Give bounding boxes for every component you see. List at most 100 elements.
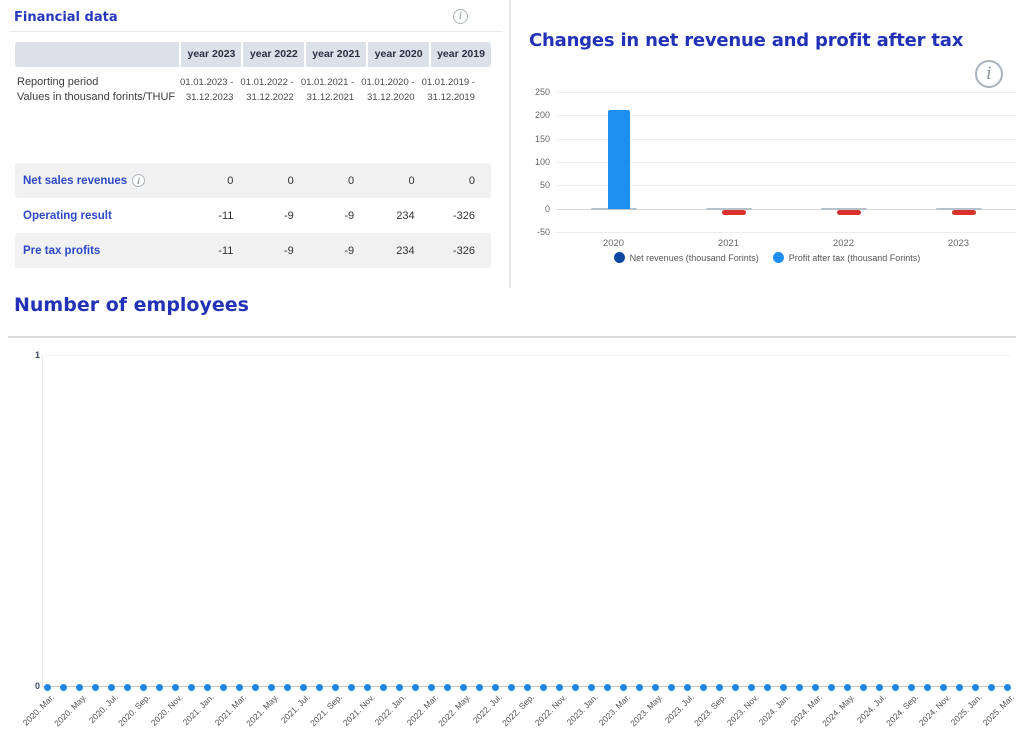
data-point [684, 684, 691, 691]
data-point [92, 684, 99, 691]
y-axis-tick: 100 [520, 157, 550, 167]
period-to: 31.12.2020 [360, 90, 414, 105]
cell-value: -9 [300, 245, 360, 257]
data-point [108, 684, 115, 691]
period-cell: 01.01.2020 -31.12.2020 [360, 75, 420, 105]
cell-value: -326 [421, 210, 481, 222]
data-point [620, 684, 627, 691]
cell-value: 0 [421, 175, 481, 187]
data-point [748, 684, 755, 691]
profit-after-tax-bar [608, 110, 630, 209]
data-point [732, 684, 739, 691]
legend-item[interactable]: Profit after tax (thousand Forints) [773, 252, 921, 263]
financial-table: year 2023year 2022year 2021year 2020year… [15, 42, 491, 268]
x-tick-label: 2022. Jan. [373, 692, 408, 727]
cell-value: 0 [239, 175, 299, 187]
x-tick-label: 2023. Sep. [692, 692, 728, 728]
y-axis-tick: -50 [520, 227, 550, 237]
gridline [556, 92, 1016, 93]
gridline [43, 355, 1010, 356]
dashboard-page: Financial data i year 2023year 2022year … [0, 0, 1024, 743]
data-point [652, 684, 659, 691]
data-point [700, 684, 707, 691]
data-point [940, 684, 947, 691]
y-axis-tick: 0 [28, 681, 40, 691]
data-point [460, 684, 467, 691]
period-from: 01.01.2022 - [239, 75, 293, 90]
cell-value: -11 [179, 210, 239, 222]
x-tick-label: 2021. Jan. [181, 692, 216, 727]
data-point [636, 684, 643, 691]
row-label: Pre tax profits [15, 245, 179, 257]
info-icon[interactable]: i [132, 174, 145, 187]
year-column-header: year 2020 [368, 42, 428, 67]
data-point [268, 684, 275, 691]
data-point [492, 684, 499, 691]
data-point [60, 684, 67, 691]
period-cell: 01.01.2019 -31.12.2019 [421, 75, 481, 105]
period-cell: 01.01.2022 -31.12.2022 [239, 75, 299, 105]
period-from: 01.01.2019 - [421, 75, 475, 90]
x-tick-label: 2024. Sep. [884, 692, 920, 728]
x-axis-tick: 2022 [814, 238, 874, 249]
table-row: Net sales revenuesi00000 [15, 163, 491, 198]
divider [10, 31, 502, 32]
row-label: Operating result [15, 210, 179, 222]
chart-title: Changes in net revenue and profit after … [529, 30, 1015, 51]
data-point [524, 684, 531, 691]
row-label: Net sales revenuesi [15, 174, 179, 187]
year-column-header: year 2023 [181, 42, 241, 67]
data-point [252, 684, 259, 691]
data-point [140, 684, 147, 691]
x-tick-label: 2022. Mar. [405, 692, 440, 727]
period-from: 01.01.2020 - [360, 75, 414, 90]
data-point [236, 684, 243, 691]
x-axis-tick: 2021 [699, 238, 759, 249]
data-point [892, 684, 899, 691]
table-row: Operating result-11-9-9234-326 [15, 198, 491, 233]
data-point [540, 684, 547, 691]
cell-value: -9 [239, 245, 299, 257]
x-tick-label: 2021. Mar. [213, 692, 248, 727]
data-point [1004, 684, 1011, 691]
table-header-row: year 2023year 2022year 2021year 2020year… [15, 42, 491, 67]
x-tick-label: 2022. Sep. [500, 692, 536, 728]
data-point [988, 684, 995, 691]
data-point [828, 684, 835, 691]
x-tick-label: 2023. Mar. [597, 692, 632, 727]
data-point [844, 684, 851, 691]
x-tick-label: 2023. Jan. [565, 692, 600, 727]
year-column-header: year 2022 [243, 42, 303, 67]
period-cell: 01.01.2021 -31.12.2021 [300, 75, 360, 105]
data-point [364, 684, 371, 691]
table-spacer [15, 105, 491, 163]
info-icon[interactable]: i [975, 60, 1003, 88]
legend-dot [614, 252, 625, 263]
row-label-text: Pre tax profits [23, 245, 100, 257]
data-point [428, 684, 435, 691]
reporting-period-row: Reporting period Values in thousand fori… [15, 75, 491, 105]
cell-value: 234 [360, 210, 420, 222]
data-point [188, 684, 195, 691]
x-tick-label: 2023. Nov. [724, 692, 760, 728]
cell-value: 0 [300, 175, 360, 187]
period-label: Reporting period Values in thousand fori… [15, 75, 179, 105]
period-to: 31.12.2023 [179, 90, 233, 105]
x-tick-label: 2023. May. [628, 692, 664, 728]
y-axis-tick: 1 [28, 350, 40, 360]
info-icon[interactable]: i [453, 9, 468, 24]
cell-value: -9 [239, 210, 299, 222]
data-point [556, 684, 563, 691]
data-point [796, 684, 803, 691]
profit-after-tax-bar [952, 210, 976, 216]
legend-item[interactable]: Net revenues (thousand Forints) [614, 252, 759, 263]
x-tick-label: 2022. Nov. [532, 692, 568, 728]
data-point [908, 684, 915, 691]
data-point [924, 684, 931, 691]
data-point [284, 684, 291, 691]
data-point [444, 684, 451, 691]
x-tick-label: 2020. May. [52, 692, 88, 728]
cell-value: -9 [300, 210, 360, 222]
data-point [44, 684, 51, 691]
data-point [316, 684, 323, 691]
